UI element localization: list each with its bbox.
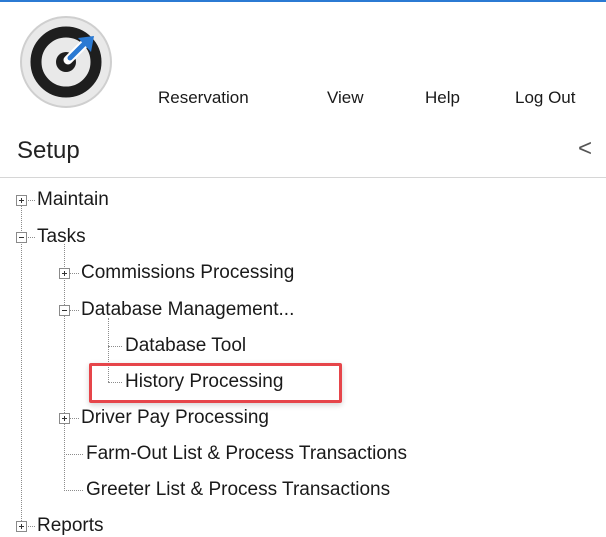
minus-expander-icon[interactable] xyxy=(59,305,70,316)
tree-connector xyxy=(26,200,35,201)
tree-item-commissions-processing[interactable]: Commissions Processing xyxy=(81,262,294,284)
tree-item-farm-out[interactable]: Farm-Out List & Process Transactions xyxy=(86,443,407,465)
plus-expander-icon[interactable] xyxy=(59,413,70,424)
plus-expander-icon[interactable] xyxy=(16,195,27,206)
tree-connector xyxy=(108,346,122,347)
tree-connector xyxy=(26,526,35,527)
tree-connector xyxy=(70,273,79,274)
tree-item-greeter[interactable]: Greeter List & Process Transactions xyxy=(86,479,390,501)
tree-item-tasks[interactable]: Tasks xyxy=(37,226,86,248)
minus-expander-icon[interactable] xyxy=(16,232,27,243)
highlight-box xyxy=(89,363,342,403)
tree-connector xyxy=(21,205,22,523)
tree-connector xyxy=(70,418,79,419)
setup-tree: Maintain Tasks Commissions Processing Da… xyxy=(0,0,606,536)
tree-item-reports[interactable]: Reports xyxy=(37,515,104,537)
tree-connector xyxy=(70,310,79,311)
tree-connector xyxy=(64,490,83,491)
tree-item-driver-pay-processing[interactable]: Driver Pay Processing xyxy=(81,407,269,429)
tree-item-maintain[interactable]: Maintain xyxy=(37,189,109,211)
tree-item-database-management[interactable]: Database Management... xyxy=(81,299,294,321)
tree-connector xyxy=(64,244,65,489)
tree-connector xyxy=(26,237,35,238)
plus-expander-icon[interactable] xyxy=(59,268,70,279)
plus-expander-icon[interactable] xyxy=(16,521,27,532)
tree-connector xyxy=(64,454,83,455)
tree-item-database-tool[interactable]: Database Tool xyxy=(125,335,246,357)
